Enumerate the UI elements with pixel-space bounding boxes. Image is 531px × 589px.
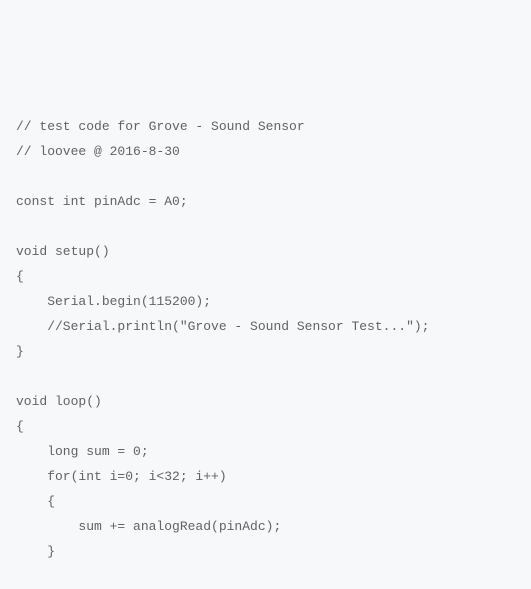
code-line: sum += analogRead(pinAdc);	[16, 514, 515, 539]
code-line: {	[16, 264, 515, 289]
code-line: }	[16, 539, 515, 564]
code-line	[16, 564, 515, 589]
code-line	[16, 364, 515, 389]
code-line: // loovee @ 2016-8-30	[16, 139, 515, 164]
code-line: long sum = 0;	[16, 439, 515, 464]
code-line: Serial.begin(115200);	[16, 289, 515, 314]
code-line	[16, 214, 515, 239]
code-line: void loop()	[16, 389, 515, 414]
code-line: const int pinAdc = A0;	[16, 189, 515, 214]
code-line: void setup()	[16, 239, 515, 264]
code-line	[16, 164, 515, 189]
code-line: {	[16, 489, 515, 514]
code-line: //Serial.println("Grove - Sound Sensor T…	[16, 314, 515, 339]
code-line: // test code for Grove - Sound Sensor	[16, 114, 515, 139]
code-line: }	[16, 339, 515, 364]
code-line: for(int i=0; i<32; i++)	[16, 464, 515, 489]
code-line: {	[16, 414, 515, 439]
code-block: // test code for Grove - Sound Sensor// …	[16, 114, 515, 589]
